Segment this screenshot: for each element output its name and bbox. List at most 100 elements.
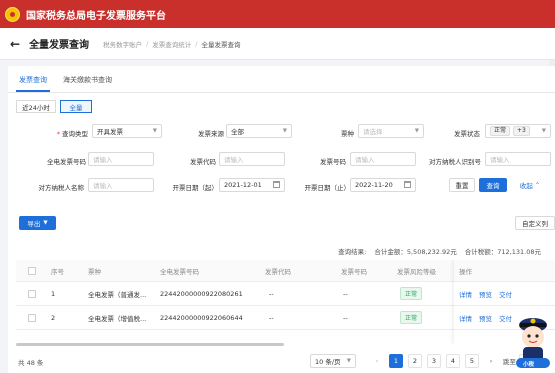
row-checkbox[interactable] — [28, 282, 36, 305]
risk-status-badge: 正常 — [400, 311, 423, 324]
breadcrumb-current: 全量发票查询 — [201, 40, 241, 49]
main-card: 发票查询 海关缴款书查询 近24小时 全量 * 查询类型 开具发票 ▼ 发票来源 全… — [8, 66, 555, 373]
page-button-4[interactable]: 4 — [446, 354, 460, 368]
totals-bar: 查询结果: 合计金额：5,508,232.92元 合计税额：712,131.08… — [338, 246, 541, 256]
totals-amount: 合计金额：5,508,232.92元 — [374, 248, 457, 256]
cell-no: 2 — [51, 313, 56, 322]
export-label: 导出 — [27, 220, 41, 228]
col-header-full-no: 全电发票号码 — [160, 267, 199, 276]
cell-no: 1 — [51, 289, 56, 298]
cell-code: -- — [269, 313, 274, 322]
date-end-picker[interactable]: 2022-11-20 — [350, 178, 416, 192]
range-all[interactable]: 全量 — [60, 100, 92, 113]
collapse-button[interactable]: 收起 ⌃ — [513, 178, 547, 192]
totals-tax: 合计税额：712,131.08元 — [464, 248, 541, 256]
source-value: 全部 — [231, 128, 244, 136]
full-no-input[interactable]: 请输入 — [88, 152, 154, 166]
table-footer: 共 48 条 10 条/页▼ ‹ 1 2 3 4 5 › 跳至 1 页 — [18, 354, 555, 370]
query-button[interactable]: 查询 — [479, 178, 507, 192]
page-button-3[interactable]: 3 — [427, 354, 441, 368]
tab-customs-query[interactable]: 海关缴款书查询 — [60, 70, 115, 92]
category-label: 票种 — [341, 130, 354, 138]
breadcrumb-separator: / — [195, 39, 198, 48]
calendar-icon — [404, 181, 411, 188]
cell-risk: 正常 — [400, 306, 423, 329]
back-arrow-icon[interactable]: ← — [10, 37, 20, 51]
prev-page-icon[interactable]: ‹ — [370, 354, 384, 368]
counterpart-id-input[interactable]: 请输入 — [485, 152, 551, 166]
date-start-label: 开票日期（起） — [172, 184, 219, 192]
col-header-type: 票种 — [88, 267, 101, 276]
platform-title: 国家税务总局电子发票服务平台 — [26, 10, 166, 22]
query-type-select[interactable]: 开具发票 ▼ — [92, 124, 162, 138]
page-button-2[interactable]: 2 — [408, 354, 422, 368]
col-header-no: 序号 — [51, 267, 64, 276]
query-type-label: * 查询类型 — [18, 128, 88, 138]
breadcrumb-bar: ← 全量发票查询 税务数字账户 / 发票查询统计 / 全量发票查询 — [0, 28, 555, 60]
date-start-picker[interactable]: 2021-12-01 — [219, 178, 285, 192]
category-placeholder: 请选择 — [363, 128, 383, 136]
row-checkbox[interactable] — [28, 306, 36, 329]
cell-number: -- — [343, 289, 348, 298]
totals-result-label: 查询结果: — [338, 248, 367, 256]
select-all-checkbox[interactable] — [28, 260, 36, 281]
status-label: 发票状态 — [454, 130, 480, 138]
col-header-risk: 发票风险等级 — [397, 267, 436, 276]
status-more-tag: +3 — [513, 126, 530, 136]
range-recent-24h[interactable]: 近24小时 — [16, 100, 56, 113]
status-tag: 正常 — [490, 126, 511, 136]
page-button-5[interactable]: 5 — [465, 354, 479, 368]
counterpart-name-label: 对方纳税人名称 — [38, 184, 85, 192]
top-header: 国家税务总局电子发票服务平台 — [0, 0, 555, 28]
assistant-mascot[interactable]: 小税 — [514, 308, 552, 370]
breadcrumb-item[interactable]: 发票查询统计 — [152, 39, 191, 49]
cell-full-no: 22442000000922060644 — [160, 313, 243, 322]
col-header-code: 发票代码 — [265, 267, 291, 276]
query-type-value: 开具发票 — [97, 128, 123, 136]
page-size-value: 10 条/页 — [315, 358, 341, 366]
required-mark: * — [56, 130, 60, 138]
table-horizontal-scrollbar[interactable] — [16, 343, 284, 346]
tab-invoice-query[interactable]: 发票查询 — [16, 70, 50, 92]
cell-type: 全电发票（普通发... — [88, 290, 147, 299]
col-header-number: 发票号码 — [341, 267, 367, 276]
page-button-1[interactable]: 1 — [389, 354, 403, 368]
total-count: 共 48 条 — [18, 359, 44, 367]
cell-risk: 正常 — [400, 282, 423, 305]
chevron-down-icon: ▼ — [541, 128, 546, 134]
date-end-value: 2022-11-20 — [355, 181, 393, 189]
export-button[interactable]: 导出 ▼ — [19, 216, 56, 230]
tab-divider — [8, 92, 555, 93]
number-label: 发票号码 — [320, 158, 346, 166]
tax-emblem-icon — [5, 6, 20, 22]
status-select[interactable]: 正常 +3 ▼ — [485, 124, 551, 138]
collapse-label: 收起 — [519, 182, 533, 190]
date-start-value: 2021-12-01 — [224, 181, 262, 189]
tab-bar: 发票查询 海关缴款书查询 — [16, 70, 125, 92]
chevron-up-icon: ⌃ — [534, 181, 541, 189]
date-end-label: 开票日期（止） — [304, 184, 351, 192]
cell-full-no: 22442000000922080261 — [160, 289, 243, 298]
calendar-icon — [273, 181, 280, 188]
source-select[interactable]: 全部 ▼ — [226, 124, 292, 138]
query-type-label-text: 查询类型 — [62, 130, 88, 138]
counterpart-id-label: 对方纳税人识别号 — [429, 158, 481, 166]
source-label: 发票来源 — [198, 130, 224, 138]
invoice-table: 序号 票种 全电发票号码 发票代码 发票号码 发票风险等级 操作 1 全电发票（… — [16, 260, 555, 344]
cell-type: 全电发票（增值税... — [88, 314, 147, 323]
counterpart-name-input[interactable]: 请输入 — [88, 178, 154, 192]
chevron-down-icon: ▼ — [43, 220, 48, 226]
cell-number: -- — [343, 313, 348, 322]
risk-status-badge: 正常 — [400, 287, 423, 300]
code-label: 发票代码 — [190, 158, 216, 166]
mascot-label: 小税 — [523, 362, 535, 368]
next-page-icon[interactable]: › — [484, 354, 498, 368]
cell-code: -- — [269, 289, 274, 298]
page-title: 全量发票查询 — [29, 40, 90, 51]
number-input[interactable]: 请输入 — [350, 152, 416, 166]
custom-columns-button[interactable]: 自定义列 — [515, 216, 555, 230]
page-size-select[interactable]: 10 条/页 ▼ — [310, 354, 356, 368]
reset-button[interactable]: 重置 — [449, 178, 475, 192]
breadcrumb-item[interactable]: 税务数字账户 — [103, 39, 142, 49]
chevron-down-icon: ▼ — [346, 358, 351, 364]
